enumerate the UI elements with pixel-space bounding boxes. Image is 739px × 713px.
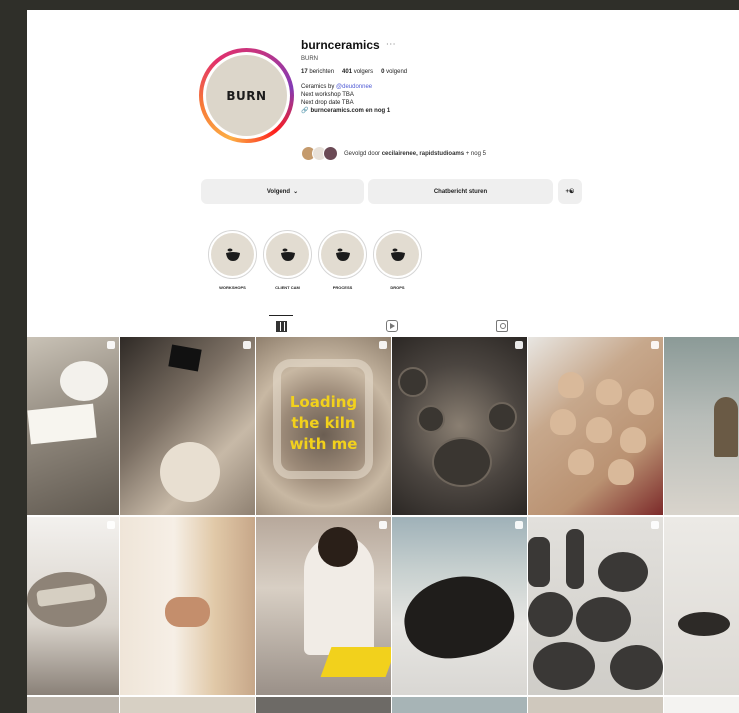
post-tile[interactable]	[528, 517, 663, 695]
followers-stat[interactable]: 401 volgers	[342, 69, 373, 75]
post-tile[interactable]: Loading the kiln with me	[256, 337, 391, 515]
post-tile[interactable]	[528, 697, 663, 713]
post-tile[interactable]	[120, 697, 255, 713]
profile-tabs	[27, 315, 739, 337]
following-stat[interactable]: 0 volgend	[381, 69, 407, 75]
post-tile[interactable]	[120, 337, 255, 515]
profile-page: BURN burnceramics ⋯ BURN 17 berichten 40…	[27, 10, 739, 713]
post-overlay-text: Loading the kiln with me	[289, 393, 358, 453]
profile-avatar[interactable]: BURN	[199, 48, 294, 143]
more-icon[interactable]: ⋯	[386, 40, 396, 50]
post-tile[interactable]	[392, 697, 527, 713]
profile-display-name: BURN	[301, 56, 319, 62]
posts-count-stat[interactable]: 17 berichten	[301, 69, 334, 75]
grid-icon	[275, 321, 287, 332]
post-tile[interactable]	[27, 697, 119, 713]
carousel-icon	[107, 521, 115, 529]
post-tile[interactable]	[256, 697, 391, 713]
post-tile[interactable]	[392, 337, 527, 515]
bowl-icon	[280, 248, 295, 261]
profile-stats: 17 berichten 401 volgers 0 volgend	[301, 69, 631, 75]
highlight-label: DROPS	[390, 285, 405, 290]
carousel-icon	[379, 521, 387, 529]
tab-tagged[interactable]	[490, 315, 514, 337]
following-button[interactable]: Volgend ⌄	[201, 179, 364, 204]
story-highlights: WORKSHOPS CLIENT CAM PROCESS DROPS	[208, 230, 422, 290]
profile-bio: Ceramics by @deudonnee Next workshop TBA…	[301, 83, 631, 115]
carousel-icon	[243, 341, 251, 349]
highlight-process[interactable]: PROCESS	[318, 230, 367, 290]
post-tile[interactable]	[27, 517, 119, 695]
tab-reels[interactable]	[380, 315, 404, 337]
avatar-logo-text: BURN	[226, 88, 267, 103]
carousel-icon	[651, 341, 659, 349]
profile-username: burnceramics	[301, 38, 380, 52]
post-tile[interactable]	[27, 337, 119, 515]
highlight-label: PROCESS	[332, 285, 353, 290]
tagged-icon	[496, 320, 508, 332]
post-tile[interactable]	[256, 517, 391, 695]
bowl-icon	[335, 248, 350, 261]
posts-grid: Loading the kiln with me	[27, 337, 739, 713]
mini-avatar	[323, 146, 338, 161]
highlight-label: CLIENT CAM	[275, 285, 300, 290]
bowl-icon	[390, 248, 405, 261]
post-tile[interactable]	[120, 517, 255, 695]
post-tile[interactable]	[664, 517, 739, 695]
post-tile[interactable]	[392, 517, 527, 695]
link-icon: 🔗	[301, 108, 309, 114]
bio-mention-link[interactable]: @deudonnee	[336, 84, 372, 90]
tab-posts[interactable]	[269, 315, 293, 337]
post-tile[interactable]	[664, 337, 739, 515]
chevron-down-icon: ⌄	[293, 189, 299, 195]
message-button[interactable]: Chatbericht sturen	[368, 179, 553, 204]
post-tile[interactable]	[664, 697, 739, 713]
highlight-drops[interactable]: DROPS	[373, 230, 422, 290]
carousel-icon	[107, 341, 115, 349]
highlight-label: WORKSHOPS	[219, 285, 246, 290]
carousel-icon	[515, 521, 523, 529]
reels-icon	[386, 320, 398, 332]
suggested-accounts-button[interactable]: +☯	[558, 179, 582, 204]
post-tile[interactable]	[528, 337, 663, 515]
carousel-icon	[515, 341, 523, 349]
followed-by-row[interactable]: Gevolgd door cecilairenee, rapidstudioam…	[301, 146, 486, 161]
add-user-icon: +☯	[565, 189, 575, 195]
profile-info: burnceramics ⋯ BURN 17 berichten 401 vol…	[301, 38, 631, 115]
carousel-icon	[651, 521, 659, 529]
reel-icon	[379, 341, 387, 349]
highlight-client-cam[interactable]: CLIENT CAM	[263, 230, 312, 290]
bowl-icon	[225, 248, 240, 261]
follower-avatars	[301, 146, 338, 161]
highlight-workshops[interactable]: WORKSHOPS	[208, 230, 257, 290]
bio-external-link[interactable]: 🔗 burnceramics.com en nog 1	[301, 107, 631, 115]
